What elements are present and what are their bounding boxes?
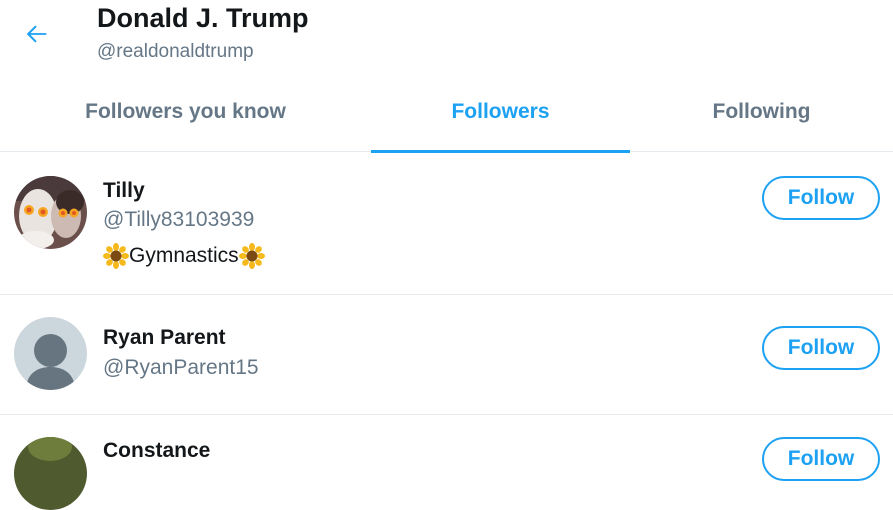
page-header: Donald J. Trump @realdonaldtrump <box>0 0 893 72</box>
tab-following[interactable]: Following <box>630 72 893 152</box>
user-name[interactable]: Constance <box>103 439 210 463</box>
user-name[interactable]: Ryan Parent <box>103 326 226 350</box>
tab-followers-you-know[interactable]: Followers you know <box>0 72 371 152</box>
arrow-left-icon <box>26 25 47 43</box>
tab-bar: Followers you know Followers Following <box>0 72 893 153</box>
user-name[interactable]: Tilly <box>103 179 145 203</box>
user-row[interactable]: Tilly @Tilly83103939 Gymnastics Follow <box>0 152 893 295</box>
user-bio: Gymnastics <box>103 243 265 269</box>
user-handle: @RyanParent15 <box>103 356 259 379</box>
user-row[interactable]: Ryan Parent @RyanParent15 Follow <box>0 295 893 415</box>
page-title: Donald J. Trump <box>97 3 309 33</box>
back-button[interactable] <box>18 15 56 53</box>
sunflower-icon <box>238 243 265 269</box>
photo-avatar[interactable] <box>14 437 87 510</box>
default-avatar[interactable] <box>14 317 87 390</box>
follow-button[interactable]: Follow <box>762 437 880 481</box>
follow-button[interactable]: Follow <box>762 176 880 220</box>
sunflower-icon <box>103 243 129 269</box>
follow-button[interactable]: Follow <box>762 326 880 370</box>
page-handle: @realdonaldtrump <box>97 41 254 62</box>
user-handle: @Tilly83103939 <box>103 208 255 231</box>
bio-text: Gymnastics <box>129 244 239 267</box>
tab-followers[interactable]: Followers <box>371 72 630 153</box>
photo-avatar[interactable] <box>14 176 87 249</box>
user-row[interactable]: Constance Follow <box>0 415 893 510</box>
